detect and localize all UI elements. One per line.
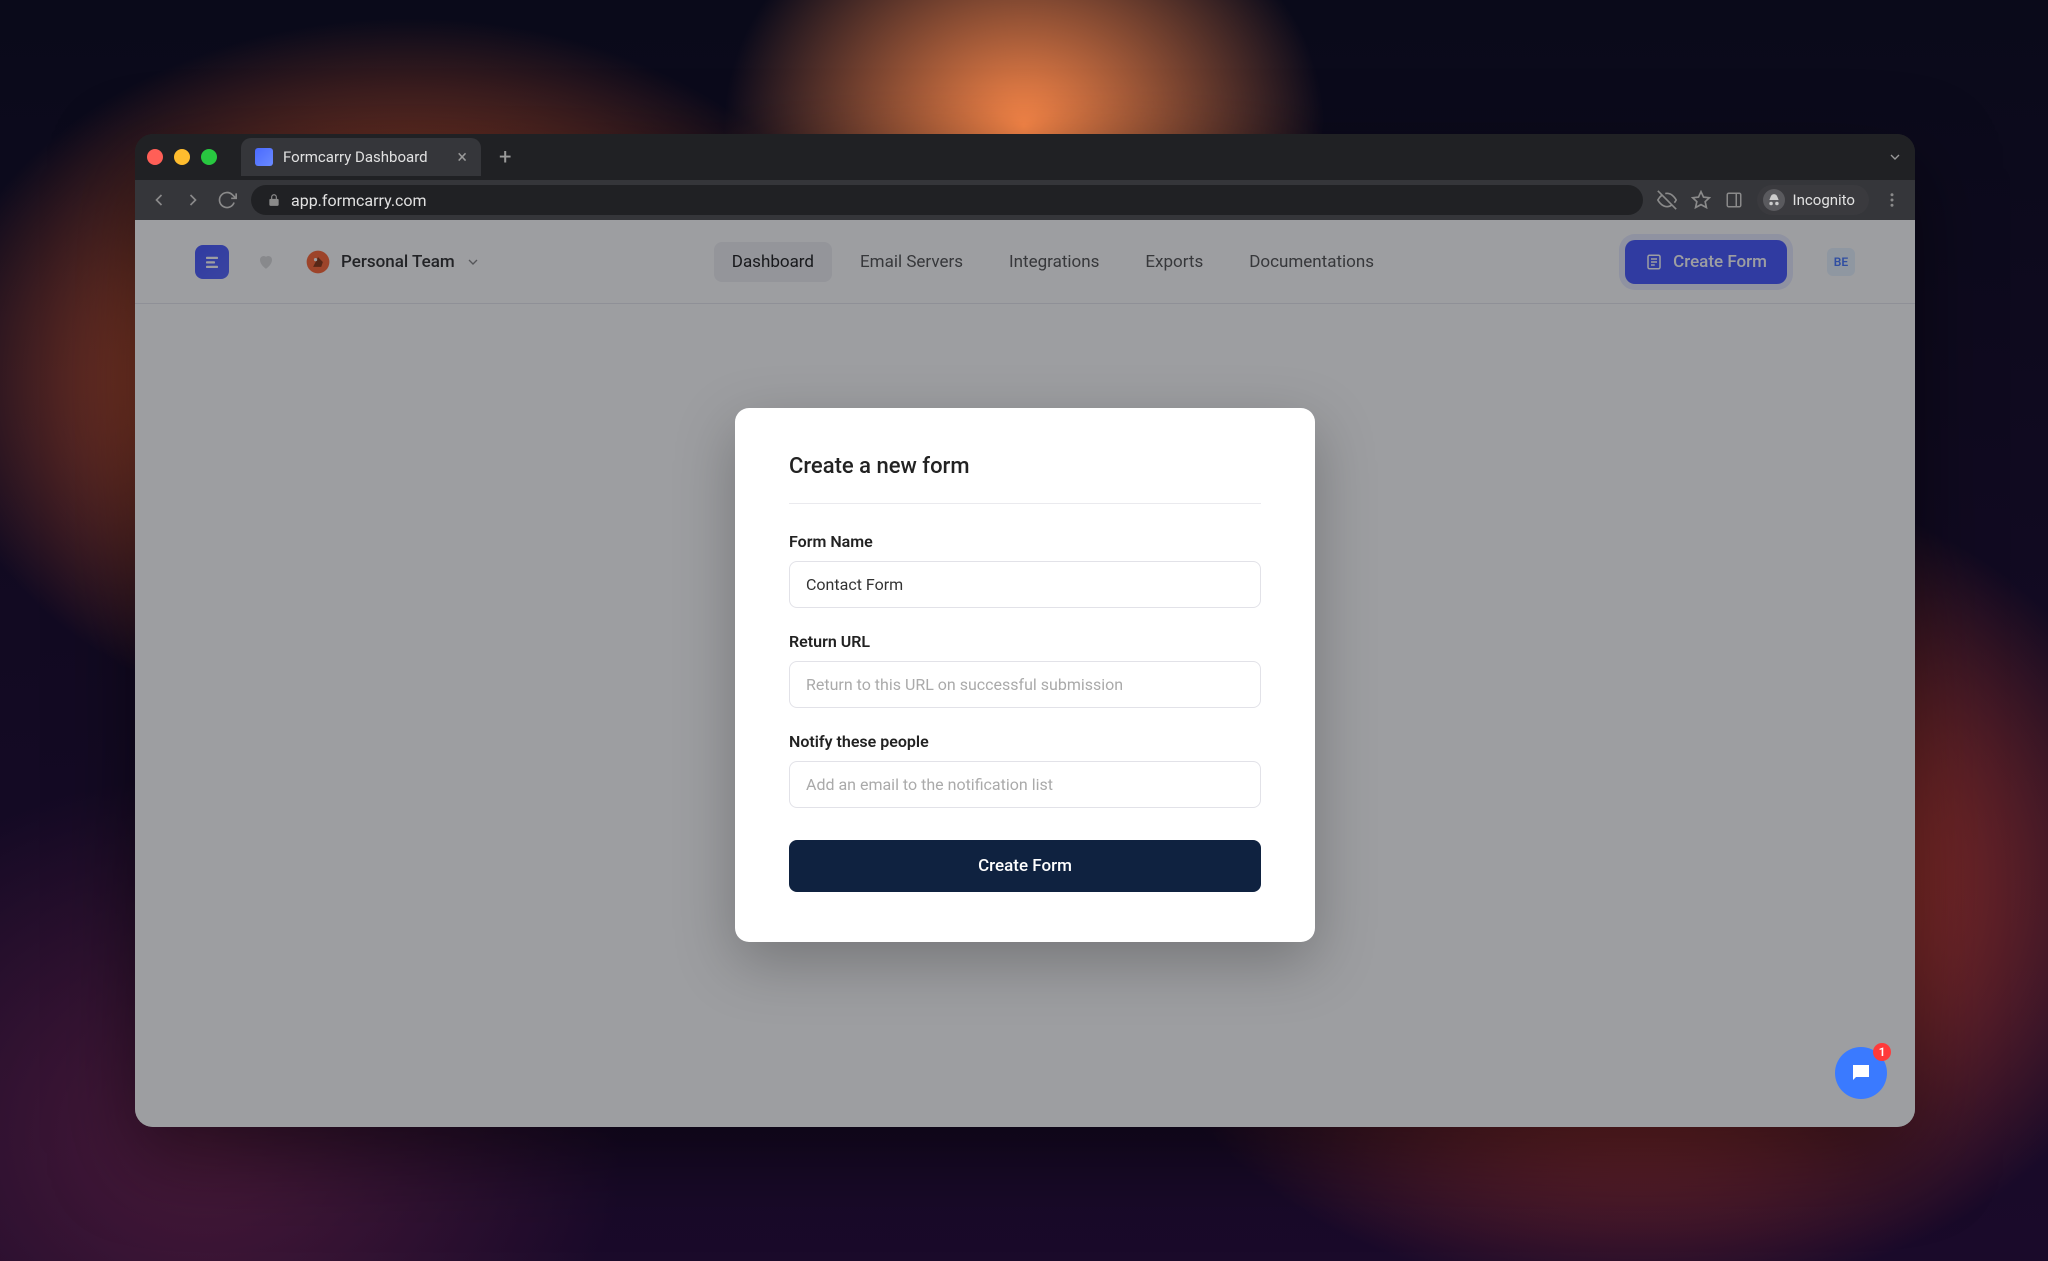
back-button[interactable] bbox=[149, 190, 169, 210]
create-form-modal: Create a new form Form Name Return URL N… bbox=[735, 408, 1315, 942]
return-url-input[interactable] bbox=[789, 661, 1261, 708]
browser-window: Formcarry Dashboard × + app.formcarry.co… bbox=[135, 134, 1915, 1127]
notify-label: Notify these people bbox=[789, 732, 1261, 751]
eye-hidden-icon[interactable] bbox=[1657, 190, 1677, 210]
tabs-dropdown-icon[interactable] bbox=[1887, 149, 1903, 165]
form-name-input[interactable] bbox=[789, 561, 1261, 608]
new-tab-button[interactable]: + bbox=[489, 145, 521, 170]
chat-icon bbox=[1849, 1061, 1873, 1085]
browser-tab-bar: Formcarry Dashboard × + bbox=[135, 134, 1915, 180]
tab-title: Formcarry Dashboard bbox=[283, 148, 428, 166]
minimize-window-button[interactable] bbox=[174, 149, 190, 165]
chat-button[interactable]: 1 bbox=[1835, 1047, 1887, 1099]
bookmark-star-icon[interactable] bbox=[1691, 190, 1711, 210]
maximize-window-button[interactable] bbox=[201, 149, 217, 165]
url-field[interactable]: app.formcarry.com bbox=[251, 185, 1643, 215]
modal-title: Create a new form bbox=[789, 454, 1261, 479]
lock-icon bbox=[267, 193, 281, 207]
incognito-badge[interactable]: Incognito bbox=[1757, 185, 1869, 215]
incognito-label: Incognito bbox=[1793, 191, 1855, 209]
window-controls bbox=[147, 149, 233, 165]
app-content: Personal Team Dashboard Email Servers In… bbox=[135, 220, 1915, 1127]
formcarry-favicon bbox=[255, 148, 273, 166]
panel-icon[interactable] bbox=[1725, 191, 1743, 209]
modal-submit-button[interactable]: Create Form bbox=[789, 840, 1261, 892]
close-tab-icon[interactable]: × bbox=[457, 147, 467, 168]
form-name-label: Form Name bbox=[789, 532, 1261, 551]
notify-input[interactable] bbox=[789, 761, 1261, 808]
browser-tab[interactable]: Formcarry Dashboard × bbox=[241, 138, 481, 176]
close-window-button[interactable] bbox=[147, 149, 163, 165]
browser-menu-icon[interactable] bbox=[1883, 191, 1901, 209]
url-text: app.formcarry.com bbox=[291, 191, 427, 210]
browser-address-bar: app.formcarry.com Incognito bbox=[135, 180, 1915, 220]
incognito-icon bbox=[1763, 189, 1785, 211]
modal-divider bbox=[789, 503, 1261, 504]
chat-notification-badge: 1 bbox=[1873, 1043, 1891, 1061]
return-url-label: Return URL bbox=[789, 632, 1261, 651]
forward-button[interactable] bbox=[183, 190, 203, 210]
reload-button[interactable] bbox=[217, 190, 237, 210]
